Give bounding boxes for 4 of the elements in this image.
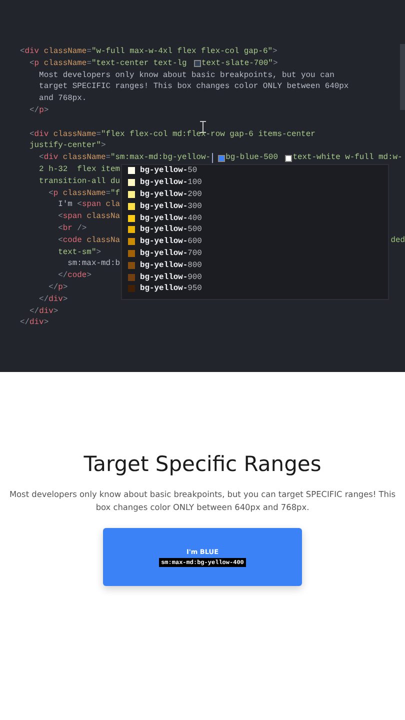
page-title: Target Specific Ranges bbox=[84, 452, 322, 476]
scrollbar[interactable] bbox=[400, 44, 405, 110]
text-cursor bbox=[212, 153, 213, 164]
description: Most developers only know about basic breakpoints, but you can target SPECIFIC ranges! This box changes color ONLY between 640px and 768px. bbox=[8, 488, 397, 514]
